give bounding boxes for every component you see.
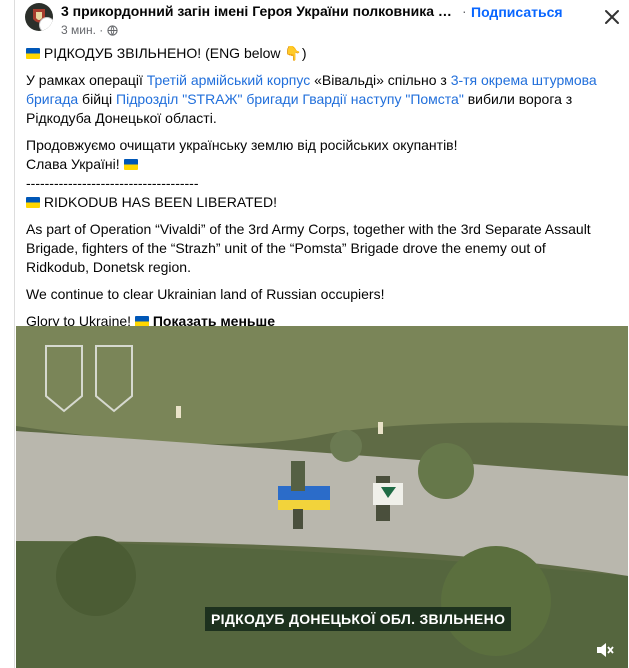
sound-icon[interactable] — [594, 640, 614, 660]
paragraph-ua-1: У рамках операції Третій армійський корп… — [26, 71, 606, 128]
post-header: 3 прикордонний загін імені Героя України… — [25, 2, 629, 42]
ukraine-flag-icon — [26, 197, 40, 208]
text-span: У рамках операції — [26, 72, 147, 88]
avatar[interactable] — [25, 3, 53, 31]
separator: · — [462, 3, 467, 19]
post-text: РІДКОДУБ ЗВІЛЬНЕНО! (ENG below 👇) У рамк… — [26, 44, 606, 339]
post-time[interactable]: 3 мин. — [61, 23, 96, 37]
profile-badge-icon — [39, 17, 53, 31]
globe-icon — [106, 25, 118, 39]
link-strazh-unit[interactable]: Підрозділ "STRAЖ" бригади Гвардії наступ… — [116, 91, 464, 107]
text-span: Продовжуємо очищати українську землю від… — [26, 137, 458, 153]
ukraine-flag-icon — [26, 48, 40, 59]
video-player[interactable]: РІДКОДУБ ДОНЕЦЬКОЇ ОБЛ. ЗВІЛЬНЕНО — [16, 326, 628, 668]
paragraph-ua-2: Продовжуємо очищати українську землю від… — [26, 136, 606, 212]
text-span: Слава Україні! — [26, 156, 120, 172]
page-name-link[interactable]: 3 прикордонний загін імені Героя України… — [61, 3, 457, 19]
post-meta: 3 мин. · — [61, 23, 118, 39]
video-caption: РІДКОДУБ ДОНЕЦЬКОЇ ОБЛ. ЗВІЛЬНЕНО — [205, 607, 512, 631]
post-headline: РІДКОДУБ ЗВІЛЬНЕНО! (ENG below 👇) — [26, 44, 606, 63]
paragraph-en-2: We continue to clear Ukrainian land of R… — [26, 286, 385, 302]
text-span: RIDKODUB HAS BEEN LIBERATED! — [43, 194, 278, 210]
text-span: бійці — [78, 91, 117, 107]
ukraine-flag-icon — [123, 159, 138, 170]
follow-button[interactable]: Подписаться — [471, 4, 563, 20]
paragraph-en-1: As part of Operation “Vivaldi” of the 3r… — [26, 221, 591, 275]
divider-text: ------------------------------------- — [26, 175, 199, 191]
facebook-post: 3 прикордонний загін імені Героя України… — [14, 0, 629, 668]
headline-text: РІДКОДУБ ЗВІЛЬНЕНО! (ENG below 👇) — [43, 45, 307, 61]
link-third-army-corps[interactable]: Третій армійський корпус — [147, 72, 310, 88]
close-icon[interactable] — [601, 6, 623, 28]
text-span: «Вівальді» спільно з — [310, 72, 451, 88]
meta-separator: · — [99, 23, 104, 37]
